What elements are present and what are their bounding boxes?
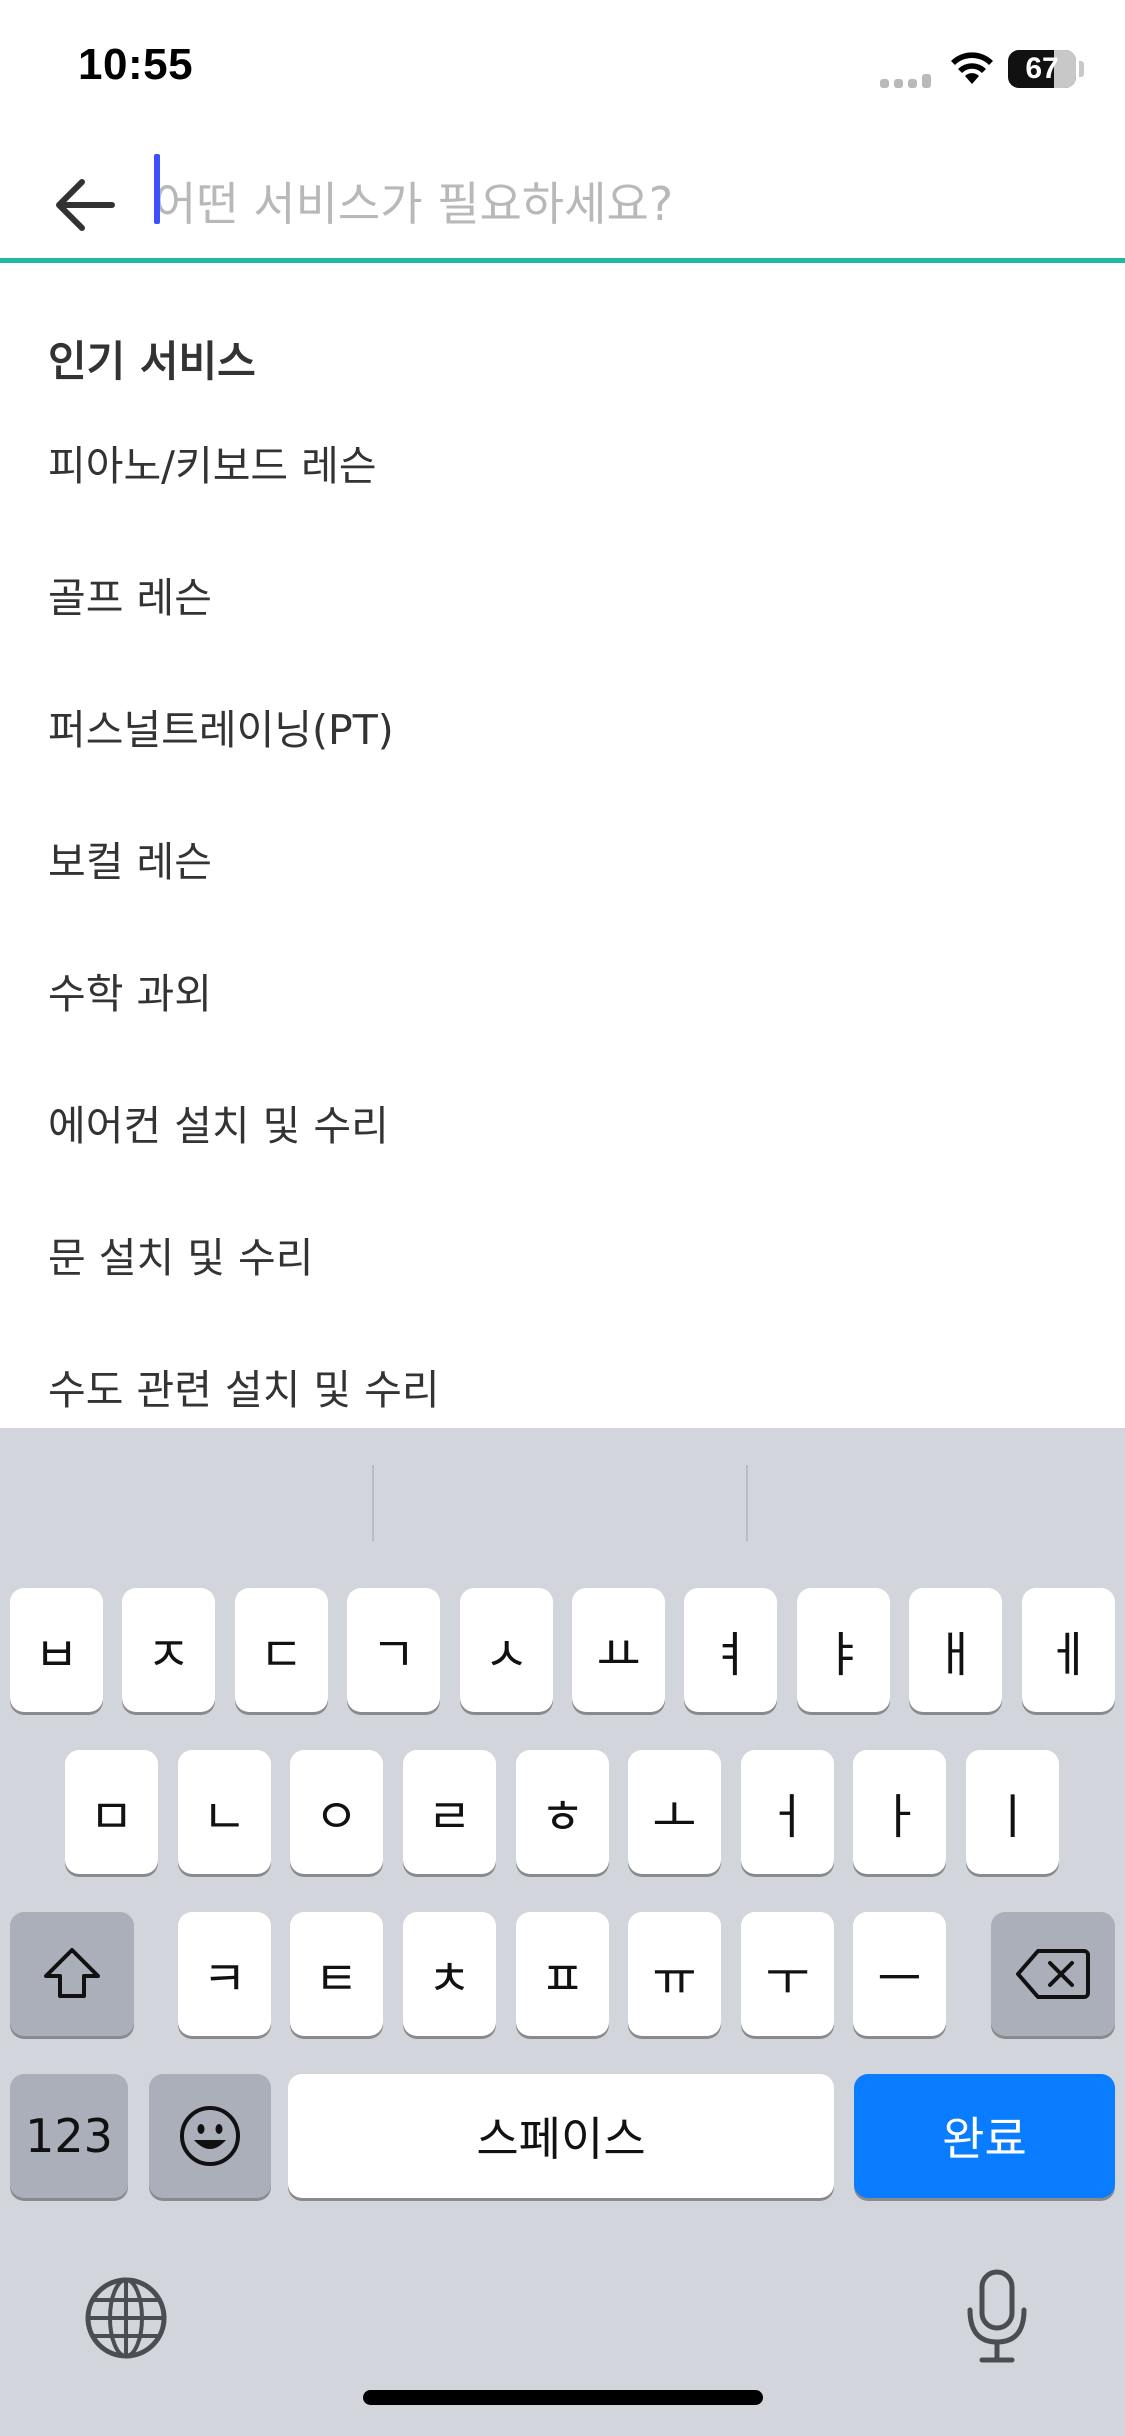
shift-key[interactable] [10, 1912, 134, 2036]
battery-icon: 67 [1008, 50, 1076, 88]
key[interactable]: ㅛ [572, 1588, 665, 1712]
emoji-key[interactable] [149, 2074, 271, 2198]
list-item[interactable]: 퍼스널트레이닝(PT) [0, 664, 1125, 796]
list-item[interactable]: 수학 과외 [0, 928, 1125, 1060]
list-item[interactable]: 문 설치 및 수리 [0, 1192, 1125, 1324]
key[interactable]: ㅈ [122, 1588, 215, 1712]
battery-cap [1079, 61, 1084, 77]
emoji-icon [180, 2106, 240, 2166]
popular-services-list: 피아노/키보드 레슨 골프 레슨 퍼스널트레이닝(PT) 보컬 레슨 수학 과외… [0, 400, 1125, 1456]
key[interactable]: ㅡ [853, 1912, 946, 2036]
key[interactable]: ㄹ [403, 1750, 496, 1874]
key[interactable]: ㅜ [741, 1912, 834, 2036]
list-item[interactable]: 에어컨 설치 및 수리 [0, 1060, 1125, 1192]
search-input[interactable] [154, 154, 1054, 254]
key[interactable]: ㅗ [628, 1750, 721, 1874]
key[interactable]: ㅌ [290, 1912, 383, 2036]
search-header [0, 140, 1125, 262]
key[interactable]: ㅓ [741, 1750, 834, 1874]
delete-icon [1016, 1949, 1090, 1999]
key[interactable]: ㅠ [628, 1912, 721, 2036]
text-caret [154, 154, 160, 224]
space-key[interactable]: 스페이스 [288, 2074, 834, 2198]
key[interactable]: ㅕ [684, 1588, 777, 1712]
status-bar: 10:55 67 [0, 0, 1125, 140]
back-arrow-icon [56, 179, 115, 231]
microphone-icon[interactable] [962, 2266, 1032, 2366]
battery-level: 67 [1025, 52, 1059, 85]
shift-icon [44, 1948, 100, 1998]
key[interactable]: ㅏ [853, 1750, 946, 1874]
key[interactable]: ㅂ [10, 1588, 103, 1712]
list-item[interactable]: 골프 레슨 [0, 532, 1125, 664]
numbers-key[interactable]: 123 [10, 2074, 128, 2198]
delete-key[interactable] [991, 1912, 1115, 2036]
key[interactable]: ㅇ [290, 1750, 383, 1874]
cellular-signal-icon [880, 74, 932, 88]
list-item[interactable]: 보컬 레슨 [0, 796, 1125, 928]
keyboard: ㅂ ㅈ ㄷ ㄱ ㅅ ㅛ ㅕ ㅑ ㅐ ㅔ ㅁ ㄴ ㅇ ㄹ ㅎ ㅗ ㅓ ㅏ ㅣ ㅋ … [0, 1428, 1125, 2436]
globe-icon[interactable] [84, 2276, 168, 2360]
section-title-popular-services: 인기 서비스 [48, 337, 256, 386]
key[interactable]: ㅐ [909, 1588, 1002, 1712]
key[interactable]: ㄷ [235, 1588, 328, 1712]
done-key[interactable]: 완료 [854, 2074, 1115, 2198]
key[interactable]: ㅋ [178, 1912, 271, 2036]
key[interactable]: ㅊ [403, 1912, 496, 2036]
wifi-icon [951, 52, 993, 84]
key[interactable]: ㅑ [797, 1588, 890, 1712]
back-button[interactable] [40, 160, 130, 250]
key[interactable]: ㅁ [65, 1750, 158, 1874]
suggestion-divider [746, 1465, 748, 1541]
key[interactable]: ㅣ [966, 1750, 1059, 1874]
key[interactable]: ㅅ [460, 1588, 553, 1712]
key[interactable]: ㅎ [516, 1750, 609, 1874]
key[interactable]: ㄱ [347, 1588, 440, 1712]
status-time: 10:55 [78, 40, 194, 89]
key[interactable]: ㅍ [516, 1912, 609, 2036]
list-item[interactable]: 피아노/키보드 레슨 [0, 400, 1125, 532]
search-underline [0, 258, 1125, 263]
suggestion-divider [372, 1465, 374, 1541]
key[interactable]: ㄴ [178, 1750, 271, 1874]
home-indicator[interactable] [363, 2390, 763, 2405]
key[interactable]: ㅔ [1022, 1588, 1115, 1712]
